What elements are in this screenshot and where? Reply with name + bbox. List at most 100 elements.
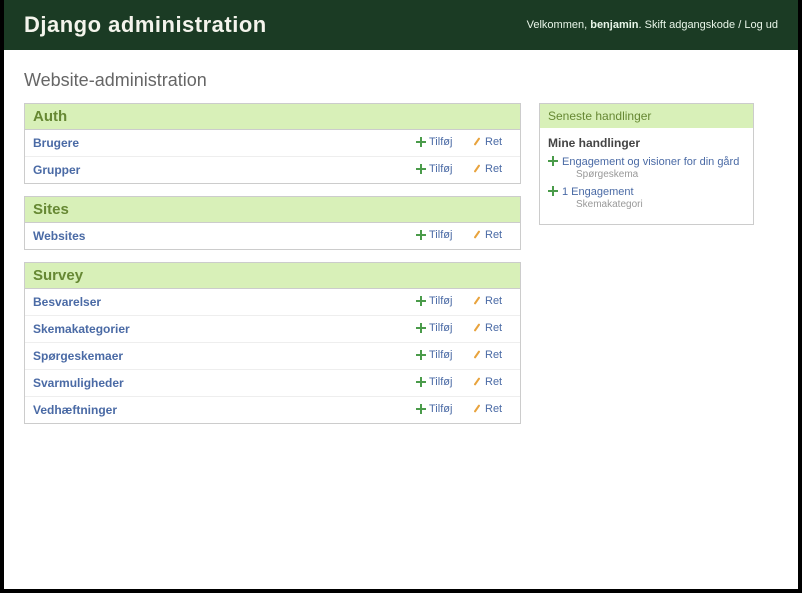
recent-action-link[interactable]: 1 Engagement — [562, 186, 634, 198]
add-cell: Tilføj — [408, 157, 464, 184]
change-link[interactable]: Ret — [472, 163, 502, 175]
edit-icon — [472, 350, 482, 360]
change-link[interactable]: Ret — [472, 376, 502, 388]
model-row: Skemakategorier Tilføj Ret — [25, 316, 520, 343]
edit-icon — [472, 404, 482, 414]
add-icon — [416, 323, 426, 333]
add-link[interactable]: Tilføj — [416, 322, 452, 334]
model-name-cell: Brugere — [25, 130, 408, 157]
add-label: Tilføj — [429, 229, 452, 241]
add-label: Tilføj — [429, 322, 452, 334]
change-cell: Ret — [464, 130, 520, 157]
change-password-link[interactable]: Skift adgangskode — [645, 19, 736, 31]
add-link[interactable]: Tilføj — [416, 349, 452, 361]
add-cell: Tilføj — [408, 223, 464, 249]
model-link[interactable]: Besvarelser — [33, 295, 101, 309]
change-cell: Ret — [464, 289, 520, 316]
model-name-cell: Grupper — [25, 157, 408, 184]
add-label: Tilføj — [429, 376, 452, 388]
add-icon — [416, 350, 426, 360]
add-cell: Tilføj — [408, 343, 464, 370]
add-icon — [416, 296, 426, 306]
edit-icon — [472, 323, 482, 333]
change-link[interactable]: Ret — [472, 229, 502, 241]
recent-action-type: Skemakategori — [576, 199, 745, 210]
change-label: Ret — [485, 403, 502, 415]
recent-action-link[interactable]: Engagement og visioner for din gård — [562, 156, 739, 168]
change-label: Ret — [485, 376, 502, 388]
add-icon — [416, 230, 426, 240]
model-name-cell: Svarmuligheder — [25, 370, 408, 397]
add-link[interactable]: Tilføj — [416, 163, 452, 175]
model-name-cell: Websites — [25, 223, 408, 249]
model-name-cell: Spørgeskemaer — [25, 343, 408, 370]
model-row: Svarmuligheder Tilføj Ret — [25, 370, 520, 397]
recent-actions-module: Seneste handlinger Mine handlinger Engag… — [539, 103, 754, 225]
add-icon — [416, 137, 426, 147]
model-link[interactable]: Spørgeskemaer — [33, 349, 123, 363]
model-link[interactable]: Brugere — [33, 136, 79, 150]
model-row: Grupper Tilføj Ret — [25, 157, 520, 184]
add-cell: Tilføj — [408, 316, 464, 343]
change-link[interactable]: Ret — [472, 136, 502, 148]
add-link[interactable]: Tilføj — [416, 136, 452, 148]
recent-action-type: Spørgeskema — [576, 169, 745, 180]
change-link[interactable]: Ret — [472, 349, 502, 361]
model-row: Websites Tilføj Ret — [25, 223, 520, 249]
change-link[interactable]: Ret — [472, 403, 502, 415]
change-link[interactable]: Ret — [472, 322, 502, 334]
recent-actions-title: Seneste handlinger — [540, 104, 753, 128]
add-link[interactable]: Tilføj — [416, 295, 452, 307]
header: Django administration Velkommen, benjami… — [4, 0, 798, 50]
app-caption: Survey — [25, 263, 520, 289]
recent-action-item: 1 EngagementSkemakategori — [548, 186, 745, 210]
app-caption: Sites — [25, 197, 520, 223]
model-link[interactable]: Vedhæftninger — [33, 403, 117, 417]
add-link[interactable]: Tilføj — [416, 403, 452, 415]
add-link[interactable]: Tilføj — [416, 376, 452, 388]
model-link[interactable]: Websites — [33, 229, 85, 243]
app-module: AuthBrugereTilføjRetGrupperTilføjRet — [24, 103, 521, 184]
model-link[interactable]: Skemakategorier — [33, 322, 130, 336]
add-label: Tilføj — [429, 295, 452, 307]
change-cell: Ret — [464, 370, 520, 397]
app-module: Sites Websites Tilføj Ret — [24, 196, 521, 250]
add-label: Tilføj — [429, 136, 452, 148]
edit-icon — [472, 377, 482, 387]
add-cell: Tilføj — [408, 289, 464, 316]
add-label: Tilføj — [429, 349, 452, 361]
model-row: Vedhæftninger Tilføj Ret — [25, 397, 520, 424]
model-name-cell: Besvarelser — [25, 289, 408, 316]
change-cell: Ret — [464, 223, 520, 249]
app-list: AuthBrugereTilføjRetGrupperTilføjRetSite… — [24, 103, 521, 436]
add-cell: Tilføj — [408, 397, 464, 424]
site-title: Django administration — [24, 12, 267, 38]
change-cell: Ret — [464, 343, 520, 370]
user-links: Velkommen, benjamin. Skift adgangskode /… — [527, 19, 778, 31]
add-icon — [548, 186, 558, 196]
edit-icon — [472, 296, 482, 306]
model-link[interactable]: Svarmuligheder — [33, 376, 124, 390]
page-title: Website-administration — [24, 70, 778, 91]
logout-link[interactable]: Log ud — [744, 19, 778, 31]
add-cell: Tilføj — [408, 370, 464, 397]
model-link[interactable]: Grupper — [33, 163, 80, 177]
change-label: Ret — [485, 163, 502, 175]
model-name-cell: Skemakategorier — [25, 316, 408, 343]
model-row: Besvarelser Tilføj Ret — [25, 289, 520, 316]
add-icon — [416, 404, 426, 414]
app-module: SurveyBesvarelserTilføjRetSkemakategorie… — [24, 262, 521, 424]
model-row: Brugere Tilføj Ret — [25, 130, 520, 157]
edit-icon — [472, 137, 482, 147]
change-link[interactable]: Ret — [472, 295, 502, 307]
add-label: Tilføj — [429, 163, 452, 175]
recent-actions-list: Engagement og visioner for din gårdSpørg… — [548, 156, 745, 210]
add-label: Tilføj — [429, 403, 452, 415]
recent-action-item: Engagement og visioner for din gårdSpørg… — [548, 156, 745, 180]
change-label: Ret — [485, 295, 502, 307]
welcome-text: Velkommen, — [527, 19, 588, 31]
edit-icon — [472, 230, 482, 240]
change-cell: Ret — [464, 157, 520, 184]
add-icon — [416, 377, 426, 387]
add-link[interactable]: Tilføj — [416, 229, 452, 241]
